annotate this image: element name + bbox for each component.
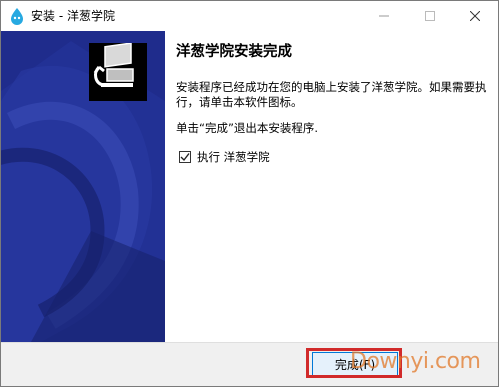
close-button[interactable] [452, 1, 498, 31]
run-app-checkbox-label: 执行 洋葱学院 [197, 150, 270, 164]
close-icon [470, 11, 480, 21]
onion-droplet-icon [9, 7, 25, 25]
title-bar[interactable]: 安装 - 洋葱学院 [1, 1, 498, 31]
minimize-button[interactable] [361, 1, 407, 31]
maximize-icon [425, 11, 435, 21]
exit-instruction: 单击“完成”退出本安装程序. [176, 121, 319, 135]
computer-install-icon [89, 43, 147, 101]
run-app-checkbox[interactable] [179, 151, 191, 163]
wizard-side-image [1, 31, 165, 342]
minimize-icon [379, 15, 389, 17]
finish-button[interactable]: 完成(F) [312, 352, 398, 376]
run-app-checkbox-row[interactable]: 执行 洋葱学院 [179, 149, 270, 165]
installer-window: 安装 - 洋葱学院 洋葱学院安装完成 安装程序已经成功在您的电脑上安装了洋葱学院… [0, 0, 499, 387]
content-area: 洋葱学院安装完成 安装程序已经成功在您的电脑上安装了洋葱学院。如果需要执行，请单… [165, 31, 498, 342]
maximize-button[interactable] [407, 1, 453, 31]
window-title: 安装 - 洋葱学院 [31, 9, 115, 23]
completion-message: 安装程序已经成功在您的电脑上安装了洋葱学院。如果需要执行，请单击本软件图标。 [176, 80, 487, 109]
checkmark-icon [180, 153, 190, 162]
page-title: 洋葱学院安装完成 [176, 44, 292, 60]
button-bar: 完成(F) [1, 342, 498, 386]
